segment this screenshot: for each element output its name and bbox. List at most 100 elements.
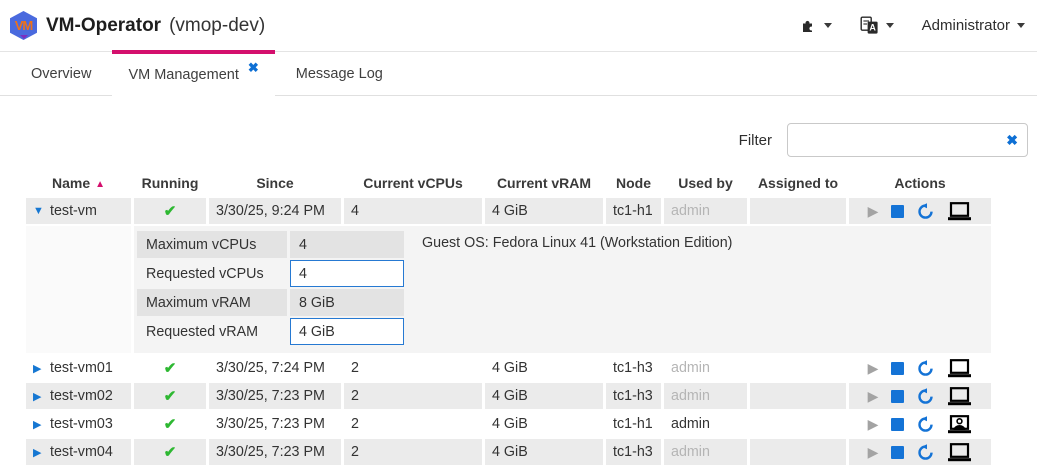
column-header-node[interactable]: Node	[606, 172, 661, 196]
column-header-since[interactable]: Since	[209, 172, 341, 196]
requested-vcpus-label: Requested vCPUs	[137, 260, 287, 287]
max-vram-label: Maximum vRAM	[137, 289, 287, 316]
column-header-current-vcpus[interactable]: Current vCPUs	[344, 172, 482, 196]
table-header-row: Name▲ Running Since Current vCPUs Curren…	[26, 172, 991, 196]
vm-node: tc1-h3	[606, 355, 661, 381]
table-row: ▶ test-vm03 ✔ 3/30/25, 7:23 PM 2 4 GiB t…	[26, 411, 991, 437]
user-menu-label: Administrator	[922, 17, 1010, 34]
reset-vm-icon[interactable]	[917, 444, 934, 461]
stop-vm-icon[interactable]	[891, 418, 904, 431]
vm-assigned-to	[750, 439, 846, 465]
table-row: ▶ test-vm02 ✔ 3/30/25, 7:23 PM 2 4 GiB t…	[26, 383, 991, 409]
vm-name: test-vm	[50, 203, 97, 219]
tab-bar: Overview VM Management ✖ Message Log	[0, 52, 1037, 96]
reset-vm-icon[interactable]	[917, 388, 934, 405]
vm-node: tc1-h1	[606, 411, 661, 437]
expand-row-icon[interactable]: ▶	[33, 362, 50, 375]
start-vm-icon[interactable]: ▶	[868, 389, 879, 403]
tab-message-log[interactable]: Message Log	[275, 52, 404, 95]
vm-current-vram: 4 GiB	[485, 439, 603, 465]
console-icon[interactable]	[947, 443, 972, 462]
tab-label: Message Log	[296, 66, 383, 82]
column-header-current-vram[interactable]: Current vRAM	[485, 172, 603, 196]
tab-vm-management[interactable]: VM Management ✖	[112, 50, 274, 96]
console-user-icon[interactable]	[947, 415, 972, 434]
column-header-name[interactable]: Name▲	[26, 172, 131, 196]
running-check-icon: ✔	[164, 360, 177, 377]
vm-used-by: admin	[664, 383, 747, 409]
filter-box: ✖	[787, 123, 1028, 157]
app-logo-icon: VM	[10, 11, 37, 40]
vm-name: test-vm03	[50, 416, 113, 432]
stop-vm-icon[interactable]	[891, 390, 904, 403]
vm-assigned-to	[750, 383, 846, 409]
collapse-row-icon[interactable]: ▼	[33, 205, 50, 217]
vm-since: 3/30/25, 7:23 PM	[209, 411, 341, 437]
requested-vram-input[interactable]	[290, 318, 404, 345]
column-header-running[interactable]: Running	[134, 172, 206, 196]
vm-properties-form: Maximum vCPUs 4 Requested vCPUs Maximum …	[137, 231, 404, 345]
running-check-icon: ✔	[164, 203, 177, 220]
tab-overview[interactable]: Overview	[10, 52, 112, 95]
vm-used-by: admin	[664, 198, 747, 224]
vm-current-vram: 4 GiB	[485, 355, 603, 381]
stop-vm-icon[interactable]	[891, 446, 904, 459]
column-header-actions: Actions	[849, 172, 991, 196]
vm-current-vram: 4 GiB	[485, 383, 603, 409]
app-header: VM VM-Operator (vmop-dev) A	[0, 0, 1037, 52]
vm-since: 3/30/25, 7:24 PM	[209, 355, 341, 381]
vm-node: tc1-h1	[606, 198, 661, 224]
tab-label: Overview	[31, 66, 91, 82]
language-menu-button[interactable]: A	[860, 16, 894, 35]
table-row: ▶ test-vm04 ✔ 3/30/25, 7:23 PM 2 4 GiB t…	[26, 439, 991, 465]
reset-vm-icon[interactable]	[917, 360, 934, 377]
running-check-icon: ✔	[164, 444, 177, 461]
expand-row-icon[interactable]: ▶	[33, 446, 50, 459]
components-menu-button[interactable]	[800, 17, 832, 34]
vm-name: test-vm02	[50, 388, 113, 404]
column-header-assigned-to[interactable]: Assigned to	[750, 172, 846, 196]
vm-current-vram: 4 GiB	[485, 198, 603, 224]
table-row: ▼ test-vm ✔ 3/30/25, 9:24 PM 4 4 GiB tc1…	[26, 198, 991, 224]
user-menu-button[interactable]: Administrator	[922, 17, 1025, 34]
svg-text:A: A	[869, 23, 876, 33]
vm-name: test-vm04	[50, 444, 113, 460]
tab-close-icon[interactable]: ✖	[248, 60, 259, 76]
start-vm-icon[interactable]: ▶	[868, 417, 879, 431]
requested-vcpus-input[interactable]	[290, 260, 404, 287]
vm-detail-panel: Maximum vCPUs 4 Requested vCPUs Maximum …	[134, 226, 991, 353]
vm-node: tc1-h3	[606, 383, 661, 409]
logo-text: VM	[15, 18, 33, 33]
vm-current-vram: 4 GiB	[485, 411, 603, 437]
vm-used-by: admin	[664, 411, 747, 437]
vm-detail-row: Maximum vCPUs 4 Requested vCPUs Maximum …	[26, 226, 991, 353]
vm-current-vcpus: 2	[344, 411, 482, 437]
filter-clear-icon[interactable]: ✖	[1006, 132, 1018, 149]
reset-vm-icon[interactable]	[917, 203, 934, 220]
console-icon[interactable]	[947, 202, 972, 221]
start-vm-icon[interactable]: ▶	[868, 361, 879, 375]
vm-used-by: admin	[664, 439, 747, 465]
start-vm-icon[interactable]: ▶	[868, 204, 879, 218]
filter-label: Filter	[739, 132, 772, 149]
filter-input[interactable]	[788, 132, 1027, 148]
running-check-icon: ✔	[164, 388, 177, 405]
expand-row-icon[interactable]: ▶	[33, 418, 50, 431]
max-vcpus-value: 4	[290, 231, 404, 258]
console-icon[interactable]	[947, 359, 972, 378]
column-header-used-by[interactable]: Used by	[664, 172, 747, 196]
vm-node: tc1-h3	[606, 439, 661, 465]
reset-vm-icon[interactable]	[917, 416, 934, 433]
stop-vm-icon[interactable]	[891, 205, 904, 218]
chevron-down-icon	[824, 23, 832, 28]
vm-table: Name▲ Running Since Current vCPUs Curren…	[23, 170, 994, 467]
guest-os-info: Guest OS: Fedora Linux 41 (Workstation E…	[422, 235, 732, 251]
filter-row: Filter ✖	[10, 123, 1028, 157]
start-vm-icon[interactable]: ▶	[868, 445, 879, 459]
logo-caret-icon	[20, 35, 28, 39]
vm-current-vcpus: 2	[344, 439, 482, 465]
stop-vm-icon[interactable]	[891, 362, 904, 375]
chevron-down-icon	[886, 23, 894, 28]
expand-row-icon[interactable]: ▶	[33, 390, 50, 403]
console-icon[interactable]	[947, 387, 972, 406]
